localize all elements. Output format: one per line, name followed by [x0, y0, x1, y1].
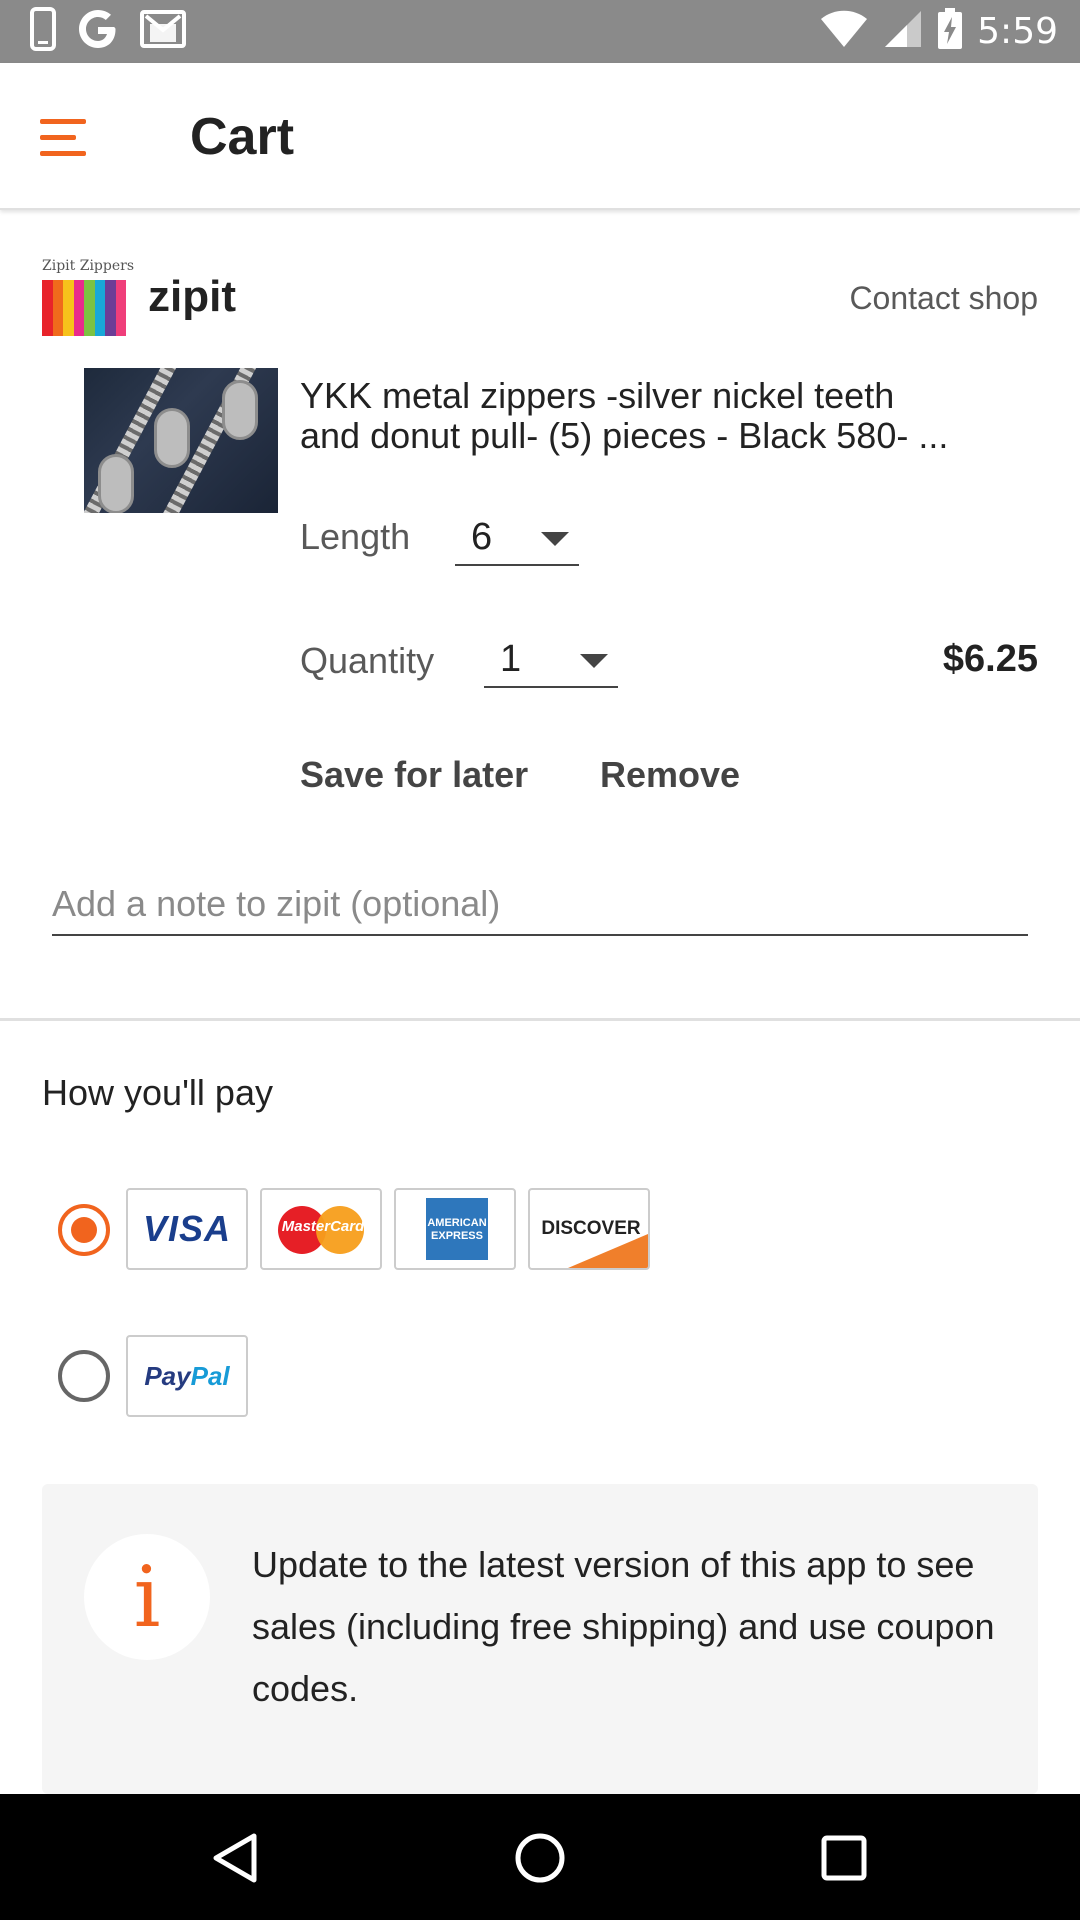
- system-nav-bar: [0, 1794, 1080, 1920]
- remove-button[interactable]: Remove: [600, 754, 740, 796]
- menu-icon[interactable]: [40, 107, 104, 167]
- length-select[interactable]: 6: [455, 510, 579, 566]
- length-value: 6: [471, 516, 493, 558]
- status-left-icons: [30, 6, 186, 56]
- back-icon[interactable]: [206, 1828, 266, 1888]
- paypal-label-part-1: Pay: [144, 1361, 191, 1391]
- info-icon: i: [84, 1534, 210, 1660]
- phone-icon: [30, 6, 56, 56]
- discover-card-icon: DISCOVER: [528, 1188, 650, 1270]
- shop-logo[interactable]: Zipit Zippers: [42, 258, 134, 336]
- amex-card-icon: AMERICAN EXPRESS: [394, 1188, 516, 1270]
- payment-radio-paypal[interactable]: [58, 1350, 110, 1402]
- item-thumbnail[interactable]: [84, 368, 278, 513]
- item-price: $6.25: [942, 638, 1038, 680]
- amex-label-line-2: EXPRESS: [431, 1230, 483, 1242]
- chevron-down-icon: [580, 654, 608, 668]
- shop-logo-stripes: [42, 280, 126, 336]
- length-label: Length: [300, 516, 411, 557]
- quantity-value: 1: [500, 638, 522, 680]
- status-time: 5:59: [977, 10, 1058, 52]
- app-bar: Cart: [0, 63, 1080, 210]
- signal-icon: [883, 9, 923, 54]
- item-title[interactable]: YKK metal zippers -silver nickel teeth a…: [300, 376, 1040, 456]
- quantity-label: Quantity: [300, 640, 435, 681]
- update-info-text: Update to the latest version of this app…: [252, 1544, 995, 1709]
- visa-label: VISA: [142, 1208, 232, 1249]
- paypal-card-icon: PayPal: [126, 1335, 248, 1417]
- battery-charging-icon: [937, 7, 963, 55]
- contact-shop-link[interactable]: Contact shop: [849, 280, 1038, 317]
- note-to-shop-input[interactable]: [52, 880, 1028, 936]
- section-divider: [0, 1018, 1080, 1021]
- shop-logo-text: Zipit Zippers: [42, 258, 135, 274]
- paypal-label-part-2: Pal: [190, 1361, 230, 1391]
- recents-icon[interactable]: [814, 1828, 874, 1888]
- amex-label-line-1: AMERICAN: [427, 1217, 487, 1229]
- page-title: Cart: [190, 108, 295, 166]
- status-bar: 5:59: [0, 0, 1080, 63]
- visa-card-icon: VISA: [126, 1188, 248, 1270]
- mastercard-label: MasterCard: [281, 1218, 365, 1235]
- status-right-icons: 5:59: [819, 7, 1058, 55]
- chevron-down-icon: [541, 532, 569, 546]
- shop-name[interactable]: zipit: [148, 272, 236, 322]
- quantity-select[interactable]: 1: [484, 632, 618, 688]
- payment-radio-cards[interactable]: [58, 1204, 110, 1256]
- payment-section-title: How you'll pay: [42, 1072, 273, 1113]
- gmail-icon: [140, 9, 186, 53]
- save-for-later-button[interactable]: Save for later: [300, 754, 528, 796]
- update-info-box: i Update to the latest version of this a…: [42, 1484, 1038, 1794]
- home-icon[interactable]: [510, 1828, 570, 1888]
- mastercard-card-icon: MasterCard: [260, 1188, 382, 1270]
- item-title-line-2: and donut pull- (5) pieces - Black 580- …: [300, 416, 949, 456]
- google-icon: [76, 7, 120, 56]
- item-title-line-1: YKK metal zippers -silver nickel teeth: [300, 376, 895, 416]
- wifi-icon: [819, 9, 869, 54]
